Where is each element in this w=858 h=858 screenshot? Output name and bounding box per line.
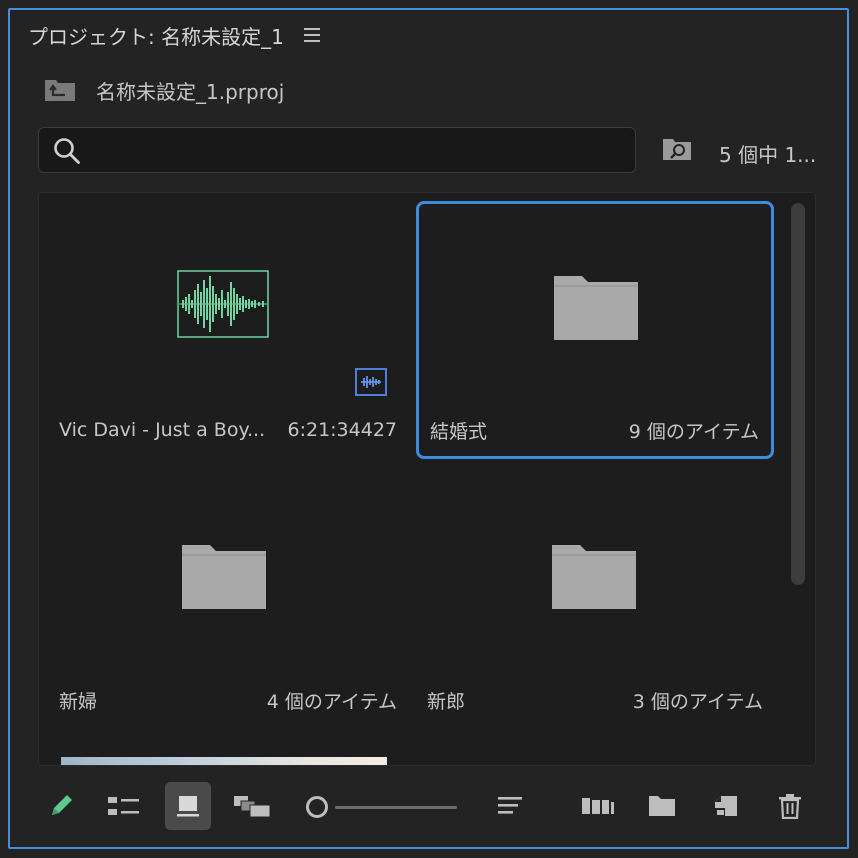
new-bin-icon	[649, 796, 675, 816]
bin-tile-groom[interactable]: 新郎 3 個のアイテム	[419, 475, 777, 733]
pencil-button[interactable]	[38, 782, 84, 830]
search-field[interactable]	[38, 127, 636, 173]
folder-icon	[552, 545, 636, 609]
zoom-slider-handle[interactable]	[306, 796, 328, 818]
delete-button[interactable]	[767, 782, 813, 830]
audio-badge-icon	[355, 368, 387, 396]
next-item-thumbnail[interactable]	[61, 757, 387, 765]
freeform-view-button[interactable]	[229, 782, 275, 830]
new-item-button[interactable]	[703, 782, 749, 830]
icon-view-button[interactable]	[165, 782, 211, 830]
audio-clip-tile[interactable]: Vic Davi - Just a Boy... 6:21:34427	[49, 203, 407, 461]
trash-icon	[779, 794, 801, 819]
bin-tile-wedding[interactable]: 結婚式 9 個のアイテム	[416, 201, 774, 459]
pencil-icon	[52, 795, 72, 815]
project-path: 名称未設定_1.prproj	[44, 74, 284, 106]
bin-item-count: 4 個のアイテム	[266, 691, 397, 713]
sort-button[interactable]	[487, 782, 533, 830]
search-icon	[54, 138, 80, 164]
bin-icon-view: Vic Davi - Just a Boy... 6:21:34427 結婚式 …	[38, 192, 816, 766]
list-view-icon	[108, 797, 139, 815]
clip-duration: 6:21:34427	[287, 419, 397, 441]
waveform-thumbnail	[177, 270, 269, 338]
bin-item-count: 9 個のアイテム	[628, 421, 759, 443]
bottom-toolbar	[10, 780, 851, 836]
hamburger-menu-icon[interactable]	[303, 27, 322, 43]
zoom-slider[interactable]	[335, 806, 457, 809]
bin-name: 新郎	[427, 691, 466, 713]
new-item-icon	[715, 796, 737, 816]
find-bin-icon[interactable]	[662, 137, 692, 161]
list-view-button[interactable]	[101, 782, 147, 830]
project-file-name: 名称未設定_1.prproj	[96, 79, 285, 104]
item-count: 5 個中 1...	[719, 143, 817, 167]
sort-icon	[498, 797, 522, 814]
panel-title: プロジェクト: 名称未設定_1	[28, 24, 284, 49]
search-input[interactable]	[91, 134, 621, 166]
project-panel: プロジェクト: 名称未設定_1 名称未設定_1.prproj 5 個中 1...	[8, 8, 849, 849]
folder-icon	[182, 545, 266, 609]
folder-icon	[554, 276, 638, 340]
project-folder-icon[interactable]	[44, 78, 76, 102]
bin-tile-bride[interactable]: 新婦 4 個のアイテム	[49, 475, 407, 733]
automate-to-sequence-button[interactable]	[575, 782, 621, 830]
bin-item-count: 3 個のアイテム	[632, 691, 763, 713]
new-bin-button[interactable]	[639, 782, 685, 830]
bin-name: 新婦	[59, 691, 98, 713]
panel-header: プロジェクト: 名称未設定_1	[28, 20, 322, 50]
freeform-view-icon	[234, 796, 271, 818]
clip-name: Vic Davi - Just a Boy...	[59, 419, 266, 441]
automate-to-sequence-icon	[582, 798, 614, 814]
icon-view-icon	[177, 796, 199, 817]
bin-name: 結婚式	[430, 421, 488, 443]
vertical-scrollbar[interactable]	[791, 203, 805, 585]
